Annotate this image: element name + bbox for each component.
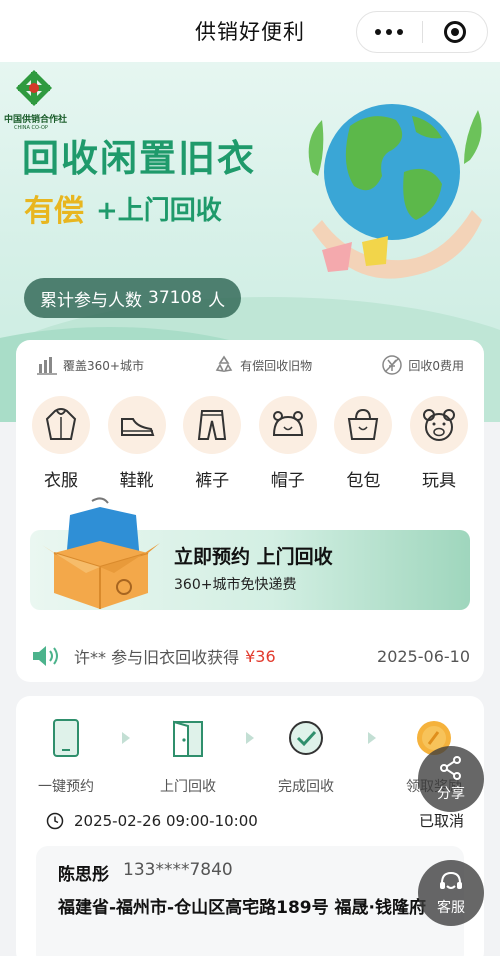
step-arrow-icon: [122, 732, 130, 744]
contact-name: 陈思彤: [58, 865, 109, 885]
jacket-icon: [45, 408, 77, 440]
category-card: 覆盖360+城市 有偿回收旧物 回收0费用 衣服 鞋靴 裤子 帽子 包包 玩具 …: [16, 340, 484, 682]
category-label: 鞋靴: [119, 471, 154, 491]
close-target-icon[interactable]: [423, 12, 488, 52]
step-arrow-icon: [368, 732, 376, 744]
process-steps: 一键预约 上门回收 完成回收 领取奖励: [16, 718, 484, 798]
step-item: 上门回收: [138, 718, 238, 796]
feature-label: 有偿回收旧物: [240, 358, 313, 373]
nav-bar: 供销好便利: [0, 0, 500, 62]
coop-logo-icon: [16, 70, 52, 106]
service-label: 客服: [437, 900, 465, 916]
step-item: 完成回收: [256, 718, 356, 796]
category-bags[interactable]: 包包: [328, 396, 398, 491]
category-hats[interactable]: 帽子: [253, 396, 323, 491]
hat-icon: [272, 411, 303, 436]
participants-unit: 人: [208, 290, 226, 311]
cta-title: 立即预约 上门回收: [174, 546, 333, 568]
pickup-address: 福建省-福州市-仓山区高宅路189号 福晟·钱隆府: [58, 898, 426, 918]
category-pants[interactable]: 裤子: [177, 396, 247, 491]
door-icon: [173, 720, 203, 757]
feature-label: 覆盖360+城市: [63, 358, 144, 373]
category-label: 玩具: [421, 471, 456, 491]
feature-item: 有偿回收旧物: [213, 354, 312, 376]
feature-row: 覆盖360+城市 有偿回收旧物 回收0费用: [16, 354, 484, 376]
feature-item: 覆盖360+城市: [36, 354, 144, 376]
speaker-icon: [33, 646, 58, 666]
participants-label: 累计参与人数: [40, 290, 142, 311]
category-toys[interactable]: 玩具: [404, 396, 474, 491]
customer-service-icon: [440, 871, 462, 889]
chart-bars-icon: [37, 357, 57, 375]
banner-door-label: +上门回收: [96, 196, 222, 226]
check-circle-icon: [289, 721, 323, 755]
reward-ticker: 许** 参与旧衣回收获得 ¥36 2025-06-10: [30, 638, 470, 674]
customer-service-button[interactable]: 客服: [418, 860, 484, 926]
pickup-time: 2025-02-26 09:00-10:00: [74, 811, 258, 830]
logo-text-cn: 中国供销合作社: [4, 115, 68, 125]
feature-item: 回收0费用: [381, 354, 464, 376]
step-arrow-icon: [246, 732, 254, 744]
ticker-text: 许** 参与旧衣回收获得: [74, 648, 240, 667]
contact-phone: 133****7840: [123, 860, 233, 880]
order-card[interactable]: 一键预约 上门回收 完成回收 领取奖励 2025-02-26 09:00-10:…: [16, 696, 484, 956]
feature-label: 回收0费用: [408, 358, 464, 373]
step-item: 一键预约: [16, 718, 116, 796]
address-box: 陈思彤 133****7840 福建省-福州市-仓山区高宅路189号 福晟·钱隆…: [36, 846, 464, 956]
pants-icon: [198, 410, 227, 440]
category-clothes[interactable]: 衣服: [26, 396, 96, 491]
share-label: 分享: [437, 786, 465, 802]
participants-count: 37108: [148, 288, 203, 308]
category-label: 包包: [346, 471, 381, 491]
category-grid: 衣服 鞋靴 裤子 帽子 包包 玩具: [26, 396, 474, 491]
box-illustration-icon: [42, 497, 160, 609]
category-label: 裤子: [195, 471, 230, 491]
shoe-icon: [120, 418, 154, 436]
cta-subtitle: 360+城市免快递费: [174, 577, 297, 593]
order-status: 已取消: [418, 812, 464, 830]
clock-icon: [46, 812, 64, 829]
step-label: 上门回收: [160, 779, 216, 795]
phone-icon: [53, 719, 79, 757]
banner-paid-label: 有偿: [24, 194, 84, 229]
bear-toy-icon: [422, 409, 455, 441]
category-label: 衣服: [44, 471, 78, 491]
more-menu-icon[interactable]: [357, 12, 422, 52]
category-label: 帽子: [270, 471, 305, 491]
participants-badge: 累计参与人数 37108 人: [24, 278, 242, 318]
share-icon: [440, 756, 461, 780]
coop-logo: 中国供销合作社 CHINA CO-OP: [4, 68, 74, 131]
category-shoes[interactable]: 鞋靴: [102, 396, 172, 491]
ticker-date: 2025-06-10: [377, 646, 470, 666]
globe-illustration: [308, 104, 482, 279]
share-button[interactable]: 分享: [418, 746, 484, 812]
page-title: 供销好便利: [195, 20, 305, 44]
banner-headline: 回收闲置旧衣: [22, 137, 256, 180]
bag-icon: [348, 408, 379, 440]
step-label: 完成回收: [278, 779, 334, 795]
step-label: 一键预约: [38, 779, 94, 795]
yuan-free-icon: [382, 355, 403, 375]
pickup-time-row: 2025-02-26 09:00-10:00 已取消: [46, 810, 464, 831]
recycle-icon: [215, 355, 233, 373]
ticker-amount: ¥36: [245, 646, 276, 666]
mini-program-capsule: [356, 11, 488, 53]
